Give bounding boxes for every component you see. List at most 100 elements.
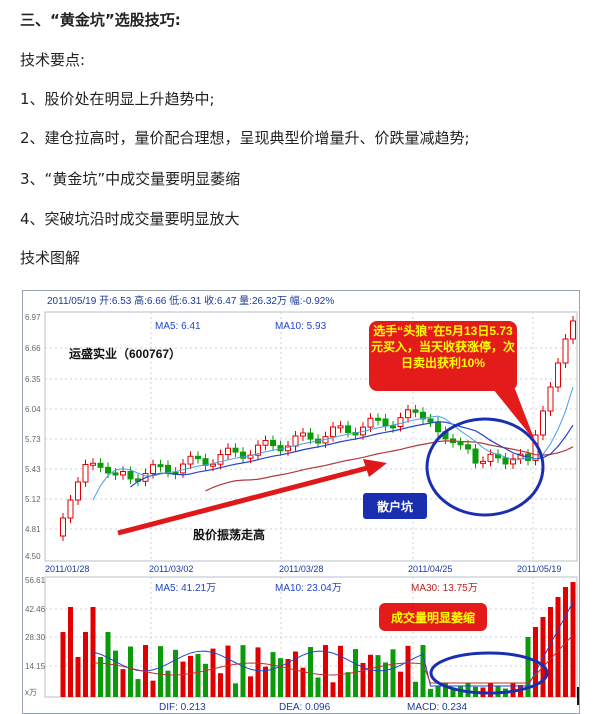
candle <box>375 417 381 421</box>
price-tick: 4.50 <box>25 552 41 561</box>
candle <box>60 517 66 537</box>
candle <box>90 462 96 466</box>
candle <box>345 425 351 434</box>
volume-bar <box>83 632 88 697</box>
candle <box>397 417 404 427</box>
candle <box>427 418 434 423</box>
volume-tick: 56.61 <box>25 576 46 585</box>
volume-bar <box>135 679 141 697</box>
volume-tick: x万 <box>25 688 37 697</box>
volume-bar <box>428 688 433 697</box>
candle <box>562 338 569 364</box>
candle <box>540 410 546 436</box>
candle <box>472 448 479 464</box>
candle <box>157 464 164 468</box>
candle <box>555 362 561 388</box>
volume-bar <box>285 659 291 697</box>
volume-bar <box>555 597 561 697</box>
candle <box>150 464 156 475</box>
candle <box>382 418 389 427</box>
candle <box>225 447 231 456</box>
price-tick: 5.73 <box>25 435 41 444</box>
diagram-label: 技术图解 <box>20 249 81 267</box>
price-tick: 5.12 <box>25 495 41 504</box>
candle <box>195 455 201 460</box>
candle <box>292 435 299 447</box>
candle <box>75 481 81 501</box>
price-tick: 6.66 <box>25 344 41 353</box>
volume-bar <box>203 663 208 697</box>
candle <box>405 409 411 419</box>
macd-labels: DIF: 0.213 DEA: 0.096 MACD: 0.234 <box>159 702 467 713</box>
stock-name: 运盛实业（600767） <box>69 346 181 361</box>
macd-label: MACD: 0.234 <box>407 702 467 713</box>
candle <box>187 455 194 465</box>
price-tick: 6.35 <box>25 375 41 384</box>
candle <box>367 417 374 428</box>
volume-bar <box>488 683 493 697</box>
candle <box>465 444 471 450</box>
volume-bar <box>413 681 418 697</box>
price-ma5-label: MA5: 6.41 <box>155 321 201 332</box>
volume-bar <box>420 645 426 697</box>
volume-bar <box>383 662 388 697</box>
price-tick: 6.97 <box>25 313 41 322</box>
price-tick: 6.04 <box>25 405 41 414</box>
candle <box>300 432 306 437</box>
candle <box>165 464 171 473</box>
candle <box>307 432 314 440</box>
volume-bar <box>128 646 133 697</box>
candle <box>480 460 486 464</box>
candle <box>337 425 344 429</box>
points-label: 技术要点: <box>20 51 86 69</box>
candle <box>570 320 576 340</box>
date-tick: 2011/01/28 <box>45 564 89 574</box>
volume-bar <box>173 649 178 697</box>
section-heading: 三、“黄金坑”选股技巧: <box>20 11 181 29</box>
candle <box>502 457 509 465</box>
volume-bar <box>210 648 216 697</box>
text-cursor <box>577 687 579 705</box>
volume-bar <box>398 671 403 697</box>
volume-bar <box>308 647 313 697</box>
date-tick: 2011/04/25 <box>408 564 452 574</box>
volume-bar <box>113 650 118 697</box>
volume-bar <box>548 607 553 697</box>
trend-label: 股价振荡走高 <box>193 527 265 542</box>
volume-bar <box>120 669 126 697</box>
dif-label: DIF: 0.213 <box>159 702 206 713</box>
chart-info-line: 2011/05/19 开:6.53 高:6.66 低:6.31 收:6.47 量… <box>47 294 334 307</box>
dea-label: DEA: 0.096 <box>279 702 331 713</box>
date-axis: 2011/01/28 2011/03/02 2011/03/28 2011/04… <box>45 564 561 574</box>
volume-bar <box>240 645 246 697</box>
volume-bar <box>180 661 186 697</box>
candle <box>82 463 89 483</box>
price-tick: 4.81 <box>25 525 41 534</box>
volume-bar <box>570 582 576 697</box>
vol-ma10-label: MA10: 23.04万 <box>275 583 342 594</box>
volume-tick: 14.15 <box>25 662 46 671</box>
volume-bar <box>338 645 343 697</box>
volume-bar <box>405 645 411 697</box>
volume-bar <box>195 654 201 697</box>
volume-bar <box>68 607 73 697</box>
volume-bar <box>188 655 193 697</box>
volume-bar <box>150 680 156 697</box>
volume-bar <box>315 677 321 697</box>
volume-bar <box>270 652 276 697</box>
candle <box>105 466 111 474</box>
volume-bar <box>345 672 351 697</box>
price-ma10-label: MA10: 5.93 <box>275 321 327 332</box>
date-tick: 2011/03/28 <box>279 564 323 574</box>
volume-axis: 56.61 42.46 28.30 14.15 x万 <box>25 576 46 697</box>
volume-bar <box>75 657 81 697</box>
buy-callout-text: 选手“头狼”在5月13日5.73元买入，当天收获涨停，次日卖出获利10% <box>371 324 515 370</box>
volume-bar <box>60 632 66 697</box>
candle <box>112 472 119 476</box>
volume-bar <box>330 682 336 697</box>
volume-bar <box>248 676 253 697</box>
volume-bar <box>323 645 328 697</box>
candle <box>97 462 104 468</box>
vol-ma5-label: MA5: 41.21万 <box>155 583 216 594</box>
candle <box>487 453 494 462</box>
